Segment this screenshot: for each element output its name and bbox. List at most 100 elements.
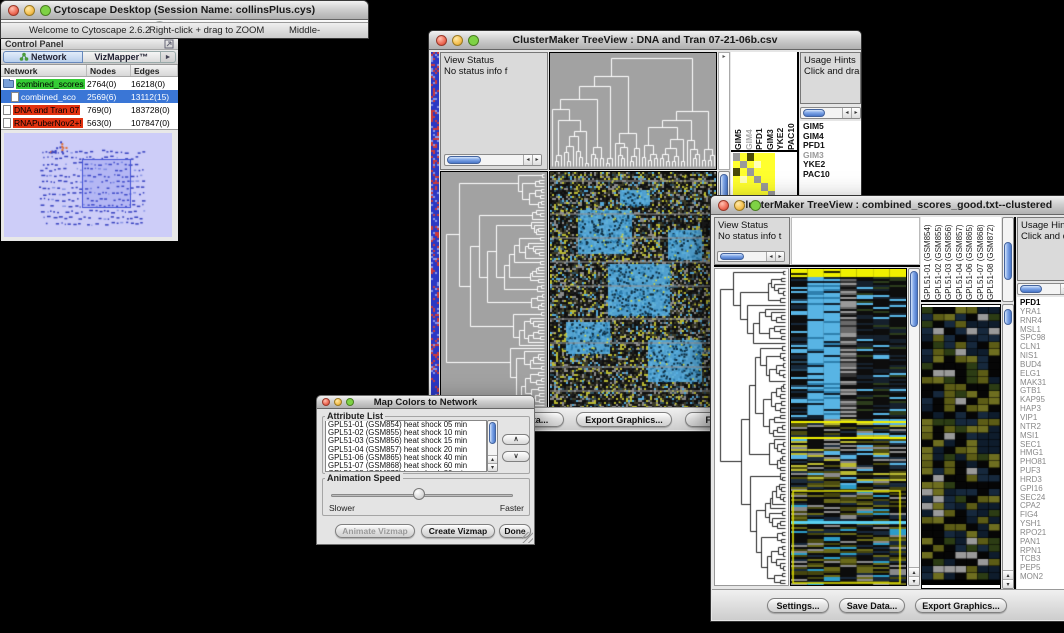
export-graphics-button[interactable]: Export Graphics... [915, 598, 1007, 613]
scroll-down-icon[interactable]: ▾ [1003, 579, 1013, 588]
tv2-status-hscrollbar[interactable]: ◂ ▸ [717, 251, 785, 262]
network-row[interactable]: combined_scores2764(0)16218(0) [1, 77, 178, 90]
mini-heatmap-cell[interactable] [740, 161, 747, 169]
minimize-button[interactable] [734, 200, 745, 211]
cytoscape-titlebar[interactable]: Cytoscape Desktop (Session Name: collins… [1, 1, 368, 20]
mini-heatmap-cell[interactable] [761, 168, 768, 176]
mini-heatmap-cell[interactable] [761, 176, 768, 184]
mini-heatmap-cell[interactable] [740, 176, 747, 184]
minimize-button[interactable] [24, 5, 35, 16]
header-network[interactable]: Network [1, 65, 87, 76]
mini-heatmap-cell[interactable] [754, 183, 761, 191]
settings-button[interactable]: Settings... [767, 598, 829, 613]
close-button[interactable] [718, 200, 729, 211]
scroll-left-icon[interactable]: ◂ [842, 108, 851, 118]
scroll-left-icon[interactable]: ◂ [523, 155, 532, 165]
tv1-coldendro-canvas[interactable] [550, 53, 716, 169]
zoom-button[interactable] [40, 5, 51, 16]
network-overview-canvas[interactable] [4, 133, 172, 237]
scroll-down-icon[interactable]: ▾ [488, 463, 497, 471]
treeview1-titlebar[interactable]: ClusterMaker TreeView : DNA and Tran 07-… [429, 31, 861, 50]
mini-heatmap-cell[interactable] [733, 161, 740, 169]
tv2-heatmap[interactable] [790, 268, 907, 586]
mini-heatmap-cell[interactable] [747, 161, 754, 169]
float-panel-icon[interactable] [164, 39, 174, 49]
gene-label[interactable]: MON2 [1020, 573, 1064, 582]
scrollbar-thumb[interactable] [1004, 309, 1012, 325]
scroll-right-icon[interactable]: ▸ [532, 155, 541, 165]
minimize-button[interactable] [452, 35, 463, 46]
tv1-hints-hscrollbar[interactable]: ◂ ▸ [800, 107, 861, 119]
mini-heatmap-cell[interactable] [754, 161, 761, 169]
scrollbar-thumb[interactable] [447, 156, 481, 164]
attribute-list-scrollbar[interactable]: ▴ ▾ [487, 420, 498, 472]
export-graphics-button[interactable]: Export Graphics... [576, 412, 672, 427]
network-row[interactable]: combined_sco2569(6)13112(15) [1, 90, 178, 103]
mini-heatmap-cell[interactable] [740, 168, 747, 176]
close-button[interactable] [436, 35, 447, 46]
scroll-up-icon[interactable]: ▴ [488, 455, 497, 463]
tab-vizmapper[interactable]: VizMapper™ [83, 51, 162, 63]
network-row[interactable]: RNAPuberNov2+!563(0)107847(0) [1, 116, 178, 129]
minimize-button[interactable] [334, 398, 342, 406]
zoom-button[interactable] [346, 398, 354, 406]
header-nodes[interactable]: Nodes [87, 65, 131, 76]
scrollbar-thumb[interactable] [910, 271, 918, 327]
scrollbar-thumb[interactable] [1020, 285, 1042, 293]
tv2-heatmap-canvas[interactable] [791, 269, 906, 585]
mini-heatmap-cell[interactable] [733, 153, 740, 161]
mini-heatmap-cell[interactable] [761, 161, 768, 169]
save-data-button[interactable]: Save Data... [839, 598, 905, 613]
tv1-heatmap-canvas[interactable] [550, 172, 716, 407]
gene-label[interactable]: PAC10 [803, 170, 861, 180]
mini-heatmap-cell[interactable] [740, 183, 747, 191]
mini-heatmap-cell[interactable] [754, 168, 761, 176]
mini-heatmap-cell[interactable] [733, 168, 740, 176]
tv1-column-dendrogram[interactable] [549, 52, 717, 170]
tv1-row-dendrogram[interactable] [440, 171, 548, 408]
tv2-zoom-vscrollbar[interactable]: ▴ ▾ [1002, 304, 1014, 589]
scrollbar-thumb[interactable] [489, 422, 496, 444]
move-up-button[interactable]: ∧ [502, 434, 530, 445]
header-edges[interactable]: Edges [131, 65, 178, 76]
zoom-button[interactable] [750, 200, 761, 211]
scrollbar-thumb[interactable] [1004, 242, 1012, 280]
mini-heatmap-cell[interactable] [747, 176, 754, 184]
mini-heatmap-cell[interactable] [747, 153, 754, 161]
create-vizmap-button[interactable]: Create Vizmap [421, 524, 495, 538]
scroll-up-icon[interactable]: ▴ [1003, 570, 1013, 579]
scroll-left-icon[interactable]: ◂ [1060, 284, 1064, 294]
scroll-down-icon[interactable]: ▾ [909, 576, 919, 585]
scroll-up-icon[interactable]: ▴ [909, 567, 919, 576]
mini-heatmap-cell[interactable] [768, 168, 775, 176]
tv1-heatmap[interactable] [549, 171, 717, 408]
network-row[interactable]: DNA and Tran 07769(0)183728(0) [1, 103, 178, 116]
zoom-button[interactable] [468, 35, 479, 46]
tv2-zoomhm-canvas[interactable] [922, 307, 1000, 585]
list-item[interactable]: GPL51-08 (GSM872) heat shock 80 min [326, 470, 486, 472]
move-down-button[interactable]: ∨ [502, 451, 530, 462]
tv2-collabel-vscrollbar[interactable] [1002, 217, 1014, 302]
mini-heatmap-cell[interactable] [747, 168, 754, 176]
tv2-heatmap-vscrollbar[interactable]: ▴ ▾ [908, 268, 920, 586]
animate-vizmap-button[interactable]: Animate Vizmap [335, 524, 415, 538]
tab-network[interactable]: Network [3, 51, 83, 63]
mini-heatmap-cell[interactable] [740, 153, 747, 161]
mini-heatmap-cell[interactable] [768, 161, 775, 169]
mini-heatmap-cell[interactable] [768, 176, 775, 184]
mini-heatmap-cell[interactable] [754, 176, 761, 184]
mini-heatmap-cell[interactable] [761, 183, 768, 191]
scrollbar-thumb[interactable] [720, 253, 744, 260]
scroll-right-icon[interactable]: ▸ [775, 252, 784, 261]
mini-heatmap-cell[interactable] [768, 183, 775, 191]
close-button[interactable] [322, 398, 330, 406]
scroll-right-icon[interactable]: ▸ [851, 108, 860, 118]
speed-slider-thumb[interactable] [413, 488, 425, 500]
scrollbar-thumb[interactable] [803, 109, 825, 117]
mini-heatmap-cell[interactable] [733, 183, 740, 191]
close-button[interactable] [8, 5, 19, 16]
mini-heatmap-cell[interactable] [768, 153, 775, 161]
mini-heatmap-cell[interactable] [761, 153, 768, 161]
tv1-status-hscrollbar[interactable]: ◂ ▸ [444, 154, 542, 166]
tv2-row-dendrogram[interactable] [714, 268, 789, 586]
